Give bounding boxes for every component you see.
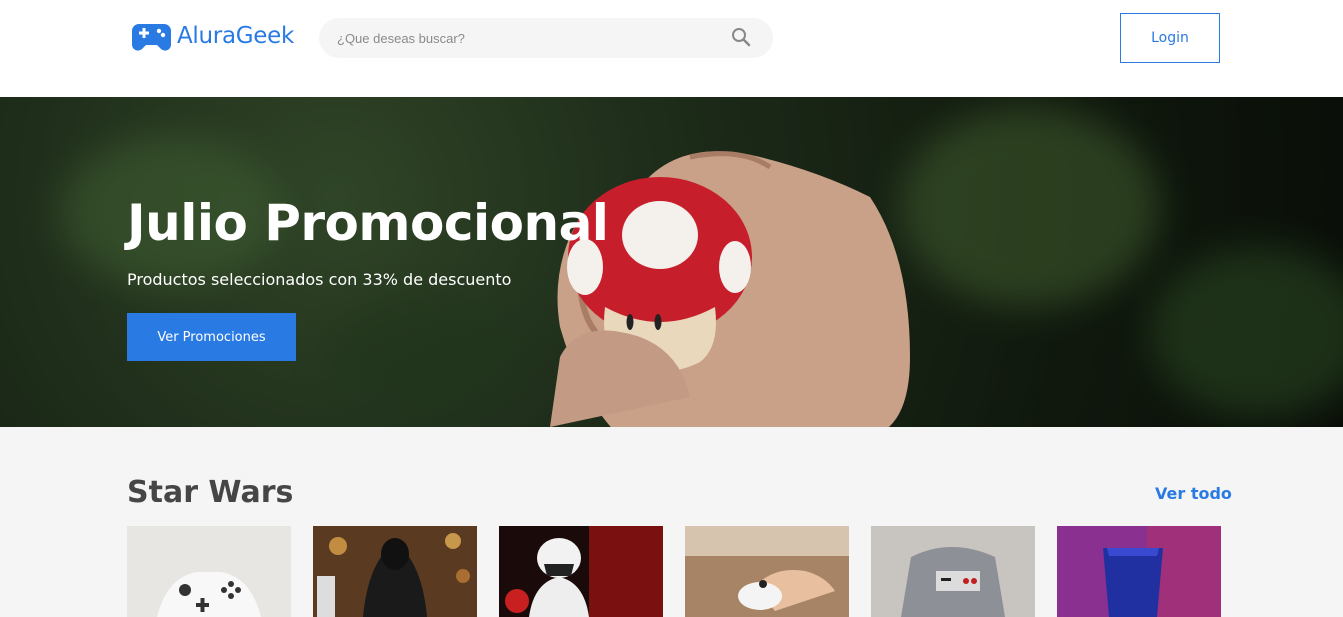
stormtrooper-figure-image: [499, 526, 663, 617]
gamepad-icon: [132, 24, 171, 51]
logo-text-alura: Alura: [177, 23, 236, 49]
product-card-kylo-ren-figure[interactable]: [313, 526, 477, 617]
kylo-ren-figure-image: [313, 526, 477, 617]
product-card-stormtrooper-figure[interactable]: [499, 526, 663, 617]
section-title: Star Wars: [127, 475, 294, 510]
product-card-stormtrooper-mug[interactable]: [685, 526, 849, 617]
hero-banner: Julio Promocional Productos seleccionado…: [0, 97, 1343, 427]
product-card-xbox-controller[interactable]: [127, 526, 291, 617]
search-input[interactable]: [337, 30, 717, 46]
nes-shirt-child-image: [871, 526, 1035, 617]
hero-title: Julio Promocional: [127, 194, 609, 252]
site-header: AluraGeek Login: [0, 0, 1343, 97]
stormtrooper-mug-image: [685, 526, 849, 617]
login-button[interactable]: Login: [1120, 13, 1220, 63]
logo-text-geek: Geek: [235, 23, 295, 49]
logo-text: AluraGeek: [177, 23, 294, 49]
xbox-controller-image: [127, 526, 291, 617]
see-all-link[interactable]: Ver todo: [1155, 484, 1232, 503]
product-card-console[interactable]: [1057, 526, 1221, 617]
mushroom-hand-image: [550, 151, 910, 427]
search-icon[interactable]: [731, 27, 751, 47]
product-row: [127, 526, 1221, 617]
console-image: [1057, 526, 1221, 617]
product-card-nes-shirt[interactable]: [871, 526, 1035, 617]
hero-subtitle: Productos seleccionados con 33% de descu…: [127, 270, 512, 289]
see-promotions-button[interactable]: Ver Promociones: [127, 313, 296, 361]
logo[interactable]: AluraGeek: [131, 20, 294, 52]
search-bar: [319, 18, 773, 58]
